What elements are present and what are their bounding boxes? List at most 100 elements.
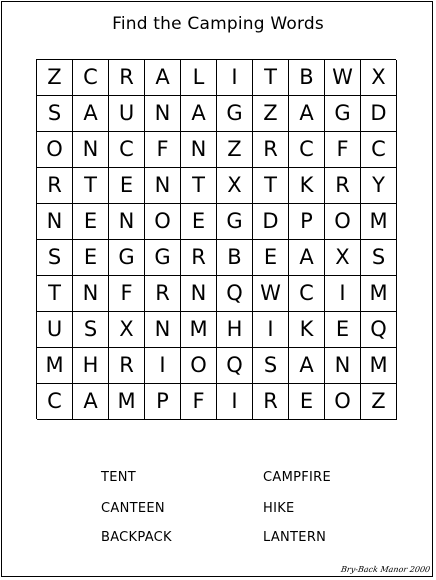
grid-cell[interactable]: R bbox=[37, 168, 73, 204]
grid-cell[interactable]: X bbox=[217, 168, 253, 204]
grid-cell[interactable]: A bbox=[289, 240, 325, 276]
grid-cell[interactable]: F bbox=[181, 384, 217, 420]
grid-cell[interactable]: E bbox=[253, 240, 289, 276]
grid-cell[interactable]: R bbox=[253, 384, 289, 420]
grid-cell[interactable]: C bbox=[289, 132, 325, 168]
grid-cell[interactable]: N bbox=[73, 132, 109, 168]
grid-cell[interactable]: U bbox=[37, 312, 73, 348]
grid-cell[interactable]: N bbox=[181, 276, 217, 312]
grid-cell[interactable]: R bbox=[145, 276, 181, 312]
grid-cell[interactable]: D bbox=[253, 204, 289, 240]
grid-cell[interactable]: T bbox=[181, 168, 217, 204]
grid-cell[interactable]: E bbox=[325, 312, 361, 348]
grid-cell[interactable]: C bbox=[37, 384, 73, 420]
grid-cell[interactable]: Z bbox=[37, 60, 73, 96]
grid-cell[interactable]: Y bbox=[361, 168, 397, 204]
grid-cell[interactable]: N bbox=[145, 312, 181, 348]
grid-cell[interactable]: H bbox=[217, 312, 253, 348]
grid-cell[interactable]: E bbox=[289, 384, 325, 420]
grid-cell[interactable]: B bbox=[289, 60, 325, 96]
grid-cell[interactable]: X bbox=[109, 312, 145, 348]
grid-cell[interactable]: Q bbox=[361, 312, 397, 348]
grid-cell[interactable]: A bbox=[73, 384, 109, 420]
grid-cell[interactable]: P bbox=[289, 204, 325, 240]
grid-cell[interactable]: D bbox=[361, 96, 397, 132]
grid-cell[interactable]: F bbox=[109, 276, 145, 312]
grid-cell[interactable]: Z bbox=[217, 132, 253, 168]
grid-cell[interactable]: N bbox=[145, 168, 181, 204]
grid-cell[interactable]: C bbox=[73, 60, 109, 96]
grid-cell[interactable]: Z bbox=[253, 96, 289, 132]
grid-cell[interactable]: E bbox=[181, 204, 217, 240]
grid-cell[interactable]: S bbox=[37, 96, 73, 132]
grid-cell[interactable]: C bbox=[109, 132, 145, 168]
grid-cell[interactable]: O bbox=[325, 204, 361, 240]
grid-cell[interactable]: X bbox=[361, 60, 397, 96]
grid-cell[interactable]: M bbox=[361, 276, 397, 312]
grid-cell[interactable]: W bbox=[253, 276, 289, 312]
grid-cell[interactable]: U bbox=[109, 96, 145, 132]
grid-cell[interactable]: M bbox=[37, 348, 73, 384]
grid-cell[interactable]: Q bbox=[217, 348, 253, 384]
grid-cell[interactable]: S bbox=[253, 348, 289, 384]
grid-cell[interactable]: C bbox=[289, 276, 325, 312]
grid-cell[interactable]: M bbox=[361, 348, 397, 384]
grid-cell[interactable]: T bbox=[73, 168, 109, 204]
grid-cell[interactable]: M bbox=[109, 384, 145, 420]
grid-cell[interactable]: N bbox=[73, 276, 109, 312]
grid-cell[interactable]: X bbox=[325, 240, 361, 276]
grid-cell[interactable]: R bbox=[253, 132, 289, 168]
grid-cell[interactable]: E bbox=[73, 204, 109, 240]
grid-cell[interactable]: K bbox=[289, 312, 325, 348]
grid-cell[interactable]: R bbox=[109, 348, 145, 384]
grid-cell[interactable]: S bbox=[361, 240, 397, 276]
grid-cell[interactable]: E bbox=[73, 240, 109, 276]
grid-cell[interactable]: C bbox=[361, 132, 397, 168]
grid-cell[interactable]: T bbox=[37, 276, 73, 312]
grid-cell[interactable]: A bbox=[73, 96, 109, 132]
grid-cell[interactable]: E bbox=[109, 168, 145, 204]
grid-cell[interactable]: Z bbox=[361, 384, 397, 420]
grid-cell[interactable]: I bbox=[253, 312, 289, 348]
grid-cell[interactable]: A bbox=[181, 96, 217, 132]
grid-cell[interactable]: S bbox=[37, 240, 73, 276]
grid-cell[interactable]: N bbox=[145, 96, 181, 132]
grid-cell[interactable]: I bbox=[217, 60, 253, 96]
grid-cell[interactable]: G bbox=[145, 240, 181, 276]
grid-cell[interactable]: M bbox=[361, 204, 397, 240]
grid-cell[interactable]: F bbox=[145, 132, 181, 168]
grid-cell[interactable]: G bbox=[109, 240, 145, 276]
grid-cell[interactable]: G bbox=[217, 96, 253, 132]
grid-cell[interactable]: H bbox=[73, 348, 109, 384]
grid-cell[interactable]: F bbox=[325, 132, 361, 168]
grid-cell[interactable]: A bbox=[289, 96, 325, 132]
grid-cell[interactable]: N bbox=[37, 204, 73, 240]
grid-cell[interactable]: G bbox=[325, 96, 361, 132]
grid-cell[interactable]: S bbox=[73, 312, 109, 348]
grid-cell[interactable]: Q bbox=[217, 276, 253, 312]
grid-cell[interactable]: K bbox=[289, 168, 325, 204]
grid-cell[interactable]: N bbox=[325, 348, 361, 384]
grid-cell[interactable]: R bbox=[109, 60, 145, 96]
grid-cell[interactable]: A bbox=[145, 60, 181, 96]
grid-cell[interactable]: B bbox=[217, 240, 253, 276]
grid-cell[interactable]: W bbox=[325, 60, 361, 96]
grid-cell[interactable]: T bbox=[253, 168, 289, 204]
grid-cell[interactable]: I bbox=[145, 348, 181, 384]
grid-cell[interactable]: O bbox=[145, 204, 181, 240]
grid-cell[interactable]: N bbox=[109, 204, 145, 240]
grid-cell[interactable]: I bbox=[217, 384, 253, 420]
grid-cell[interactable]: M bbox=[181, 312, 217, 348]
grid-cell[interactable]: R bbox=[181, 240, 217, 276]
grid-cell[interactable]: A bbox=[289, 348, 325, 384]
grid-cell[interactable]: R bbox=[325, 168, 361, 204]
grid-cell[interactable]: N bbox=[181, 132, 217, 168]
grid-cell[interactable]: T bbox=[253, 60, 289, 96]
grid-cell[interactable]: G bbox=[217, 204, 253, 240]
grid-cell[interactable]: O bbox=[325, 384, 361, 420]
grid-cell[interactable]: I bbox=[325, 276, 361, 312]
grid-cell[interactable]: P bbox=[145, 384, 181, 420]
grid-cell[interactable]: O bbox=[181, 348, 217, 384]
grid-cell[interactable]: O bbox=[37, 132, 73, 168]
grid-cell[interactable]: L bbox=[181, 60, 217, 96]
